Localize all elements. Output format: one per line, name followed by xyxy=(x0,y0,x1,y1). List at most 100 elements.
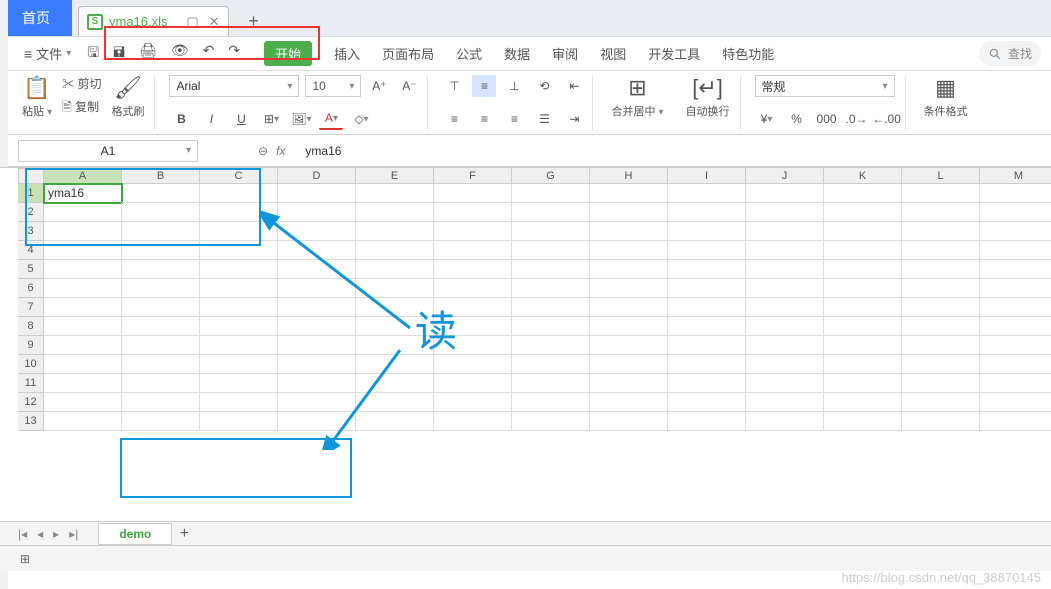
add-sheet-button[interactable]: + xyxy=(172,525,196,543)
cell[interactable] xyxy=(122,279,200,298)
cell[interactable] xyxy=(278,412,356,431)
col-header-I[interactable]: I xyxy=(668,168,746,184)
cell[interactable] xyxy=(980,317,1051,336)
row-header-4[interactable]: 4 xyxy=(18,241,44,260)
tab-insert[interactable]: 插入 xyxy=(334,44,360,63)
cell[interactable] xyxy=(746,279,824,298)
cell[interactable] xyxy=(980,393,1051,412)
align-center-icon[interactable]: ≡ xyxy=(472,108,496,130)
save-icon[interactable]: 🖫 xyxy=(87,42,99,66)
print-icon[interactable]: 🖨 xyxy=(139,42,157,66)
cell[interactable] xyxy=(434,222,512,241)
col-header-B[interactable]: B xyxy=(122,168,200,184)
cell[interactable] xyxy=(824,393,902,412)
cell[interactable] xyxy=(902,260,980,279)
italic-button[interactable]: I xyxy=(199,108,223,130)
wrap-text-button[interactable]: [↵] 自动换行 xyxy=(682,75,734,119)
cell[interactable] xyxy=(512,317,590,336)
decrease-font-icon[interactable]: A⁻ xyxy=(397,75,421,97)
cell[interactable] xyxy=(824,203,902,222)
merge-cells-button[interactable]: ⊞ 合并居中 ▾ xyxy=(607,75,667,119)
col-header-F[interactable]: F xyxy=(434,168,512,184)
tab-page-layout[interactable]: 页面布局 xyxy=(382,44,434,63)
cell[interactable] xyxy=(356,374,434,393)
cell[interactable] xyxy=(980,203,1051,222)
cell[interactable] xyxy=(590,412,668,431)
cell[interactable] xyxy=(278,374,356,393)
cell[interactable] xyxy=(278,222,356,241)
cell[interactable] xyxy=(356,260,434,279)
cell[interactable] xyxy=(824,374,902,393)
cell[interactable] xyxy=(200,222,278,241)
cell[interactable] xyxy=(746,336,824,355)
cell[interactable] xyxy=(902,336,980,355)
col-header-L[interactable]: L xyxy=(902,168,980,184)
select-all-corner[interactable] xyxy=(18,168,44,184)
cell[interactable] xyxy=(824,355,902,374)
tab-special[interactable]: 特色功能 xyxy=(722,44,774,63)
cell[interactable] xyxy=(590,241,668,260)
cell[interactable] xyxy=(122,393,200,412)
justify-icon[interactable]: ☰ xyxy=(532,108,556,130)
cut-button[interactable]: ✂ 剪切 xyxy=(62,75,101,92)
col-header-M[interactable]: M xyxy=(980,168,1051,184)
align-left-icon[interactable]: ≡ xyxy=(442,108,466,130)
align-top-icon[interactable]: ⊤ xyxy=(442,75,466,97)
cell[interactable] xyxy=(746,393,824,412)
row-header-5[interactable]: 5 xyxy=(18,260,44,279)
cell[interactable] xyxy=(668,374,746,393)
cell[interactable] xyxy=(122,355,200,374)
cell[interactable] xyxy=(902,317,980,336)
cell[interactable] xyxy=(356,241,434,260)
tab-formula[interactable]: 公式 xyxy=(456,44,482,63)
cell[interactable] xyxy=(434,393,512,412)
indent-right-icon[interactable]: ⇥ xyxy=(562,108,586,130)
cell[interactable] xyxy=(746,241,824,260)
col-header-H[interactable]: H xyxy=(590,168,668,184)
cell[interactable] xyxy=(668,336,746,355)
cell[interactable] xyxy=(200,260,278,279)
cell[interactable] xyxy=(824,279,902,298)
cell[interactable] xyxy=(512,260,590,279)
tab-dev-tools[interactable]: 开发工具 xyxy=(648,44,700,63)
search-box[interactable]: 查找 xyxy=(979,41,1041,66)
file-tab[interactable]: S yma16.xls ▢ ✕ xyxy=(78,6,229,36)
cell[interactable] xyxy=(668,260,746,279)
cell[interactable] xyxy=(44,355,122,374)
clear-format-button[interactable]: ◇▾ xyxy=(349,108,373,130)
cell[interactable] xyxy=(668,203,746,222)
sheet-nav-prev-icon[interactable]: ◂ xyxy=(37,527,43,541)
cell[interactable] xyxy=(902,203,980,222)
row-header-2[interactable]: 2 xyxy=(18,203,44,222)
cell[interactable] xyxy=(902,279,980,298)
cell[interactable] xyxy=(434,260,512,279)
cell[interactable] xyxy=(746,374,824,393)
cell[interactable] xyxy=(44,241,122,260)
cell[interactable] xyxy=(278,298,356,317)
cell[interactable] xyxy=(278,393,356,412)
cell[interactable] xyxy=(980,412,1051,431)
cell-A1[interactable]: yma16 xyxy=(44,184,122,203)
sheet-nav-last-icon[interactable]: ▸| xyxy=(69,527,78,541)
cell[interactable] xyxy=(824,222,902,241)
cell[interactable] xyxy=(434,241,512,260)
cell[interactable] xyxy=(44,298,122,317)
fx-icon[interactable]: fx xyxy=(276,144,285,158)
cell[interactable] xyxy=(824,241,902,260)
cell[interactable] xyxy=(278,336,356,355)
row-header-10[interactable]: 10 xyxy=(18,355,44,374)
close-tab-icon[interactable]: ✕ xyxy=(209,14,220,30)
cell[interactable] xyxy=(200,317,278,336)
tab-view[interactable]: 视图 xyxy=(600,44,626,63)
home-tab[interactable]: 首页 xyxy=(0,0,72,36)
cell[interactable] xyxy=(44,317,122,336)
external-window-icon[interactable]: ▢ xyxy=(186,14,198,30)
cell[interactable] xyxy=(44,260,122,279)
cell[interactable] xyxy=(590,317,668,336)
cell[interactable] xyxy=(512,374,590,393)
col-header-A[interactable]: A xyxy=(44,168,122,184)
cell[interactable] xyxy=(356,203,434,222)
cell[interactable] xyxy=(668,412,746,431)
cell[interactable] xyxy=(122,203,200,222)
col-header-D[interactable]: D xyxy=(278,168,356,184)
